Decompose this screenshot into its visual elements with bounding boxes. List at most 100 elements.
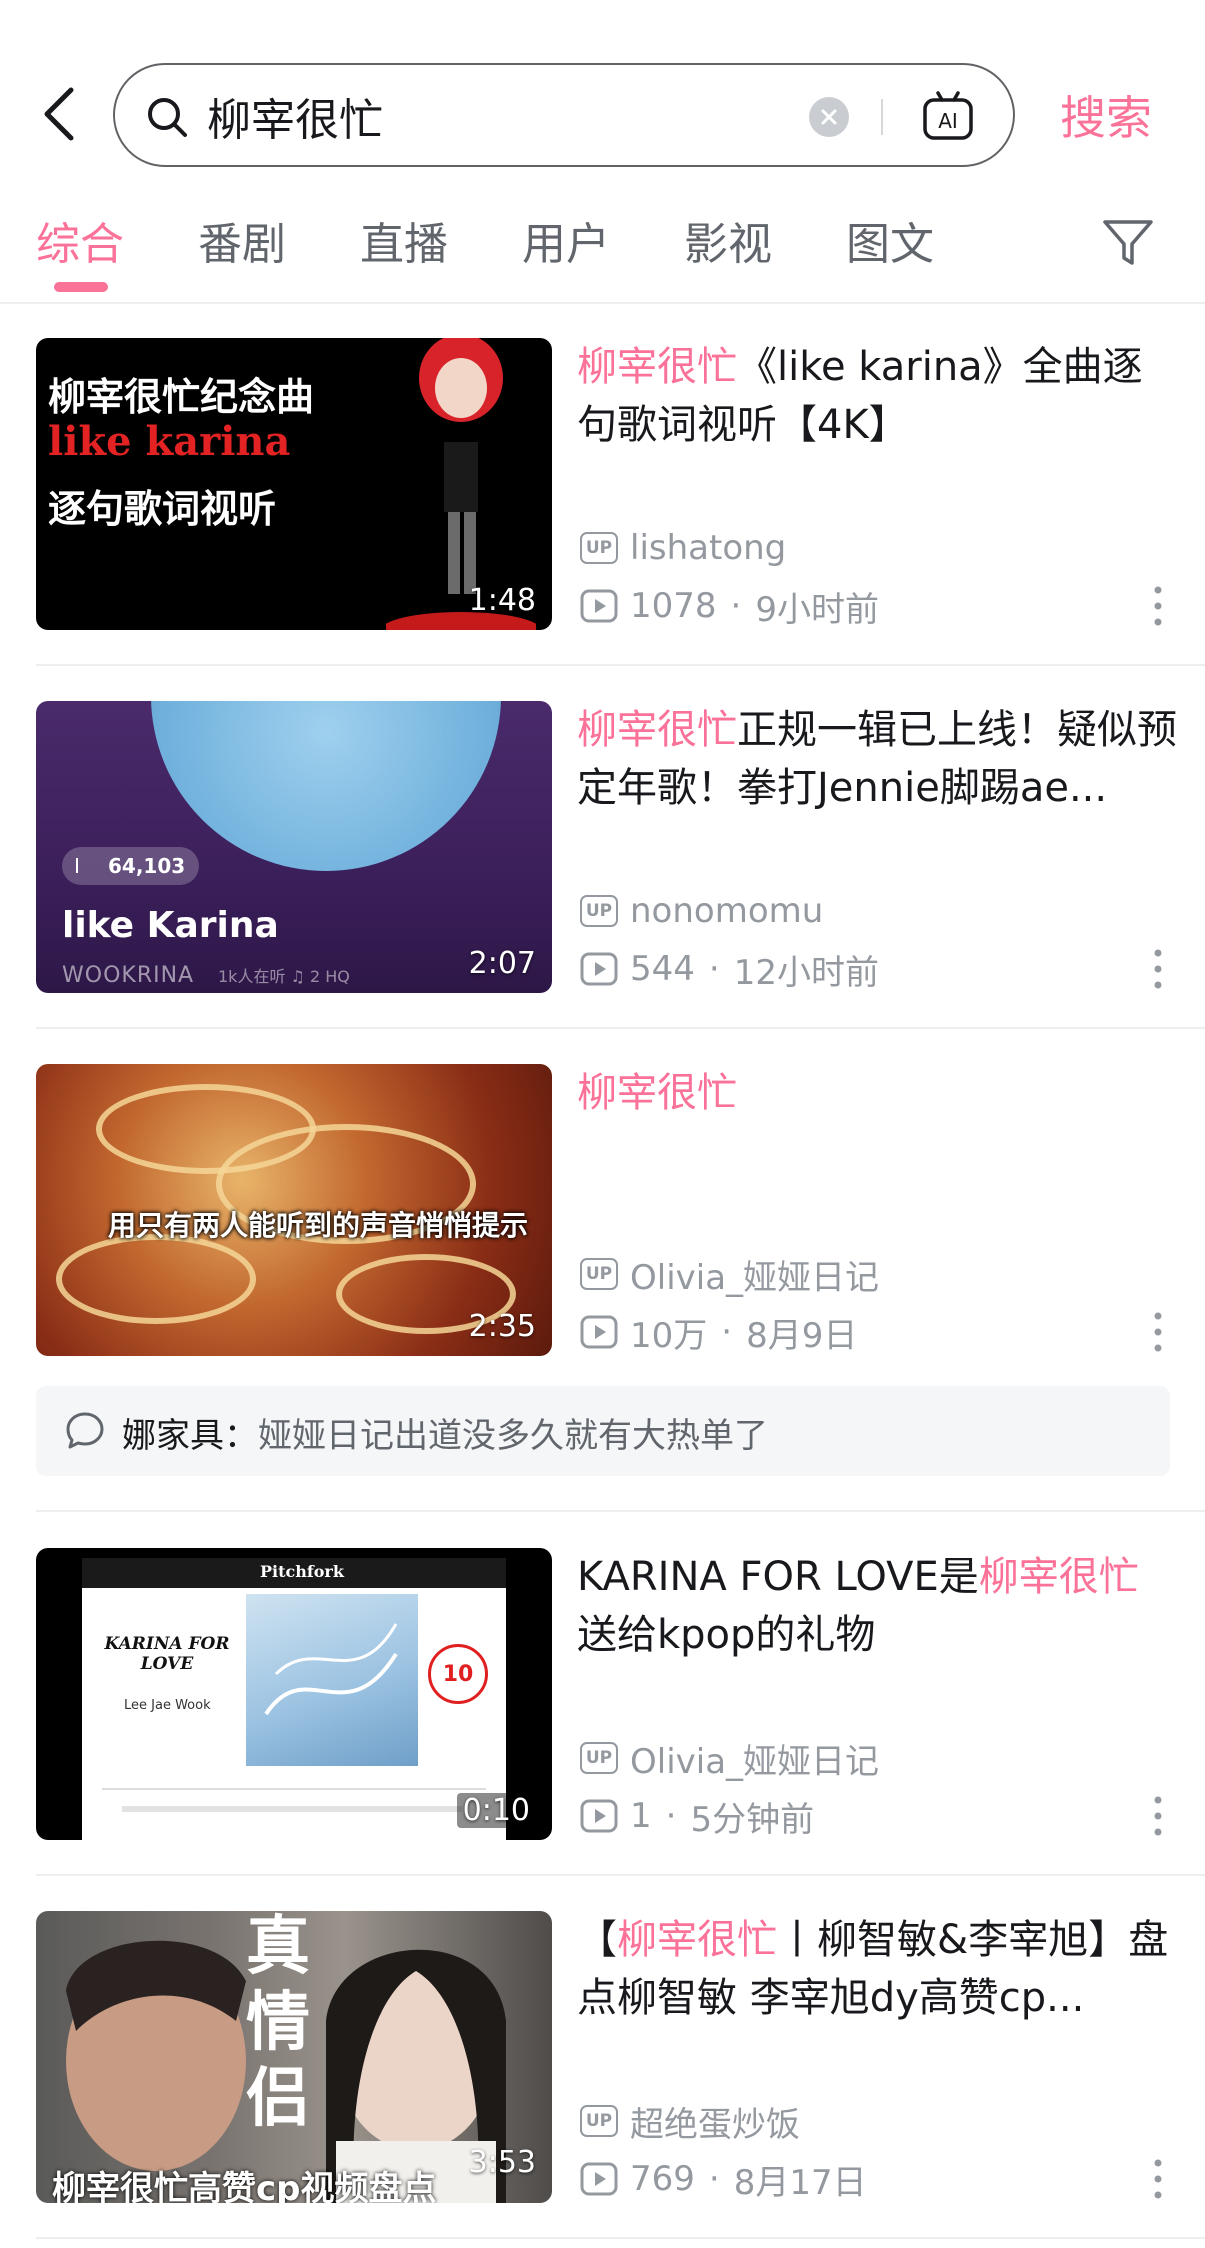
up-badge-icon: UP xyxy=(580,532,618,564)
tab-articles[interactable]: 图文 xyxy=(846,208,934,272)
uploader-name: 超绝蛋炒饭 xyxy=(630,2104,800,2145)
filter-icon[interactable] xyxy=(1100,214,1156,270)
video-title[interactable]: 柳宰很忙《like karina》全曲逐句歌词视听【4K】 xyxy=(577,338,1177,454)
view-count: 1 xyxy=(630,1796,652,1836)
page-text-line xyxy=(122,1806,462,1812)
chevron-left-icon xyxy=(44,87,74,141)
more-options-icon[interactable] xyxy=(1150,1310,1166,1354)
food-texture xyxy=(56,1234,256,1324)
comment-body: 娅娅日记出道没多久就有大热单了 xyxy=(258,1416,768,1456)
play-count-icon xyxy=(580,1799,618,1833)
site-brand: Pitchfork xyxy=(260,1562,344,1581)
title-highlight: 柳宰很忙 xyxy=(577,707,737,753)
result-tabs: 综合 番剧 直播 用户 影视 图文 xyxy=(0,200,1205,300)
title-highlight: 柳宰很忙 xyxy=(617,1917,777,1963)
video-thumbnail[interactable]: 柳宰很忙纪念曲 like karina 逐句歌词视听 1:48 xyxy=(36,338,552,630)
uploader-row[interactable]: UP 超绝蛋炒饭 xyxy=(580,2101,800,2145)
search-button[interactable]: 搜索 xyxy=(1060,82,1152,148)
title-highlight: 柳宰很忙 xyxy=(978,1554,1139,1600)
title-text: 送给kpop的礼物 xyxy=(577,1612,876,1658)
separator-dot: · xyxy=(708,949,720,989)
video-duration: 1:48 xyxy=(468,583,536,618)
search-box[interactable]: AI xyxy=(113,63,1015,167)
album-artist: Lee Jae Wook xyxy=(124,1698,211,1713)
video-thumbnail[interactable]: 64,103 like Karina WOOKRINA 1k人在听 ♫ 2 HQ… xyxy=(36,701,552,993)
tab-users[interactable]: 用户 xyxy=(522,208,610,272)
separator-dot: · xyxy=(730,586,742,626)
view-count: 10万 xyxy=(630,1315,708,1356)
video-result[interactable]: 64,103 like Karina WOOKRINA 1k人在听 ♫ 2 HQ… xyxy=(0,701,1205,993)
up-badge-icon: UP xyxy=(580,1258,618,1290)
tab-movies[interactable]: 影视 xyxy=(684,208,772,272)
trend-icon xyxy=(76,858,78,873)
stats-row: 1 · 5分钟前 xyxy=(580,1796,814,1840)
separator-dot: · xyxy=(665,1796,677,1836)
view-count: 769 xyxy=(630,2159,695,2199)
thumbnail-caption: 柳宰很忙高赞cp视频盘点 xyxy=(52,2169,437,2203)
uploader-name: nonomomu xyxy=(630,891,824,931)
video-duration: 2:35 xyxy=(468,1309,536,1344)
uploader-row[interactable]: UP nonomomu xyxy=(580,891,823,931)
video-result[interactable]: 柳宰很忙纪念曲 like karina 逐句歌词视听 1:48 柳宰很忙《lik… xyxy=(0,338,1205,630)
uploader-row[interactable]: UP Olivia_娅娅日记 xyxy=(580,1738,879,1782)
more-options-icon[interactable] xyxy=(1150,1794,1166,1838)
clear-search-icon[interactable] xyxy=(809,97,849,137)
thumbnail-caption: 逐句歌词视听 xyxy=(48,487,277,531)
active-tab-indicator xyxy=(54,282,108,292)
close-icon xyxy=(821,109,837,125)
video-title[interactable]: 【柳宰很忙丨柳智敏&李宰旭】盘点柳智敏 李宰旭dy高赞cp... xyxy=(577,1911,1177,2027)
stats-row: 10万 · 8月9日 xyxy=(580,1312,857,1356)
video-thumbnail[interactable]: Pitchfork KARINA FOR LOVE Lee Jae Wook 1… xyxy=(36,1548,552,1840)
video-duration: 2:07 xyxy=(468,946,536,981)
video-title[interactable]: 柳宰很忙正规一辑已上线！疑似预定年歌！拳打Jennie脚踢ae... xyxy=(577,701,1177,817)
more-options-icon[interactable] xyxy=(1150,947,1166,991)
thumbnail-caption: 柳宰很忙纪念曲 xyxy=(48,375,315,419)
stats-row: 769 · 8月17日 xyxy=(580,2159,867,2203)
video-title[interactable]: 柳宰很忙 xyxy=(577,1064,1177,1180)
row-divider xyxy=(36,1510,1205,1512)
thumbnail-caption: 用只有两人能听到的声音悄悄提示 xyxy=(108,1209,529,1242)
back-button[interactable] xyxy=(30,82,86,146)
title-prefix: 【 xyxy=(577,1917,617,1963)
tab-live[interactable]: 直播 xyxy=(360,208,448,272)
album-cover-art xyxy=(264,1623,398,1716)
search-input[interactable] xyxy=(207,83,897,149)
uploader-row[interactable]: UP lishatong xyxy=(580,528,786,568)
tab-all[interactable]: 综合 xyxy=(36,208,124,272)
uploader-name: Olivia_娅娅日记 xyxy=(630,1257,880,1298)
more-options-icon[interactable] xyxy=(1150,584,1166,628)
play-count-icon xyxy=(580,1315,618,1349)
view-count: 1078 xyxy=(630,586,717,626)
artist-name: WOOKRINA xyxy=(62,963,195,988)
row-divider xyxy=(36,1874,1205,1876)
tabs-divider xyxy=(0,302,1205,304)
video-thumbnail[interactable]: 真 情 侣 柳宰很忙高赞cp视频盘点 3:53 xyxy=(36,1911,552,2203)
comment-icon xyxy=(66,1412,104,1449)
more-options-icon[interactable] xyxy=(1150,2157,1166,2201)
uploader-name: Olivia_娅娅日记 xyxy=(630,1741,880,1782)
play-stat: 64,103 xyxy=(108,854,186,878)
search-icon xyxy=(148,98,187,137)
album-title: KARINA FOR LOVE xyxy=(104,1634,230,1674)
publish-time: 5分钟前 xyxy=(690,1799,815,1840)
top-comment[interactable]: 娜家具：娅娅日记出道没多久就有大热单了 xyxy=(36,1386,1170,1476)
video-result[interactable]: Pitchfork KARINA FOR LOVE Lee Jae Wook 1… xyxy=(0,1548,1205,1840)
uploader-row[interactable]: UP Olivia_娅娅日记 xyxy=(580,1254,879,1298)
ai-assistant-icon[interactable]: AI xyxy=(921,89,975,143)
video-result[interactable]: 真 情 侣 柳宰很忙高赞cp视频盘点 3:53 【柳宰很忙丨柳智敏&李宰旭】盘点… xyxy=(0,1911,1205,2203)
album-cover xyxy=(246,1594,418,1766)
stats-row: 544 · 12小时前 xyxy=(580,949,879,993)
play-count-icon xyxy=(580,2162,618,2196)
video-thumbnail[interactable]: 用只有两人能听到的声音悄悄提示 2:35 xyxy=(36,1064,552,1356)
search-divider xyxy=(881,99,883,135)
site-bar: Pitchfork xyxy=(82,1558,506,1588)
view-count: 544 xyxy=(630,949,695,989)
article-screenshot: Pitchfork KARINA FOR LOVE Lee Jae Wook 1… xyxy=(82,1558,506,1840)
listening-tags: 1k人在听 ♫ 2 HQ xyxy=(218,967,350,986)
tab-anime[interactable]: 番剧 xyxy=(198,208,286,272)
play-count-icon xyxy=(580,589,618,623)
separator-dot: · xyxy=(721,1312,733,1352)
video-result[interactable]: 用只有两人能听到的声音悄悄提示 2:35 柳宰很忙 UP Olivia_娅娅日记… xyxy=(0,1064,1205,1356)
up-badge-icon: UP xyxy=(580,1742,618,1774)
video-title[interactable]: KARINA FOR LOVE是柳宰很忙送给kpop的礼物 xyxy=(577,1548,1177,1664)
